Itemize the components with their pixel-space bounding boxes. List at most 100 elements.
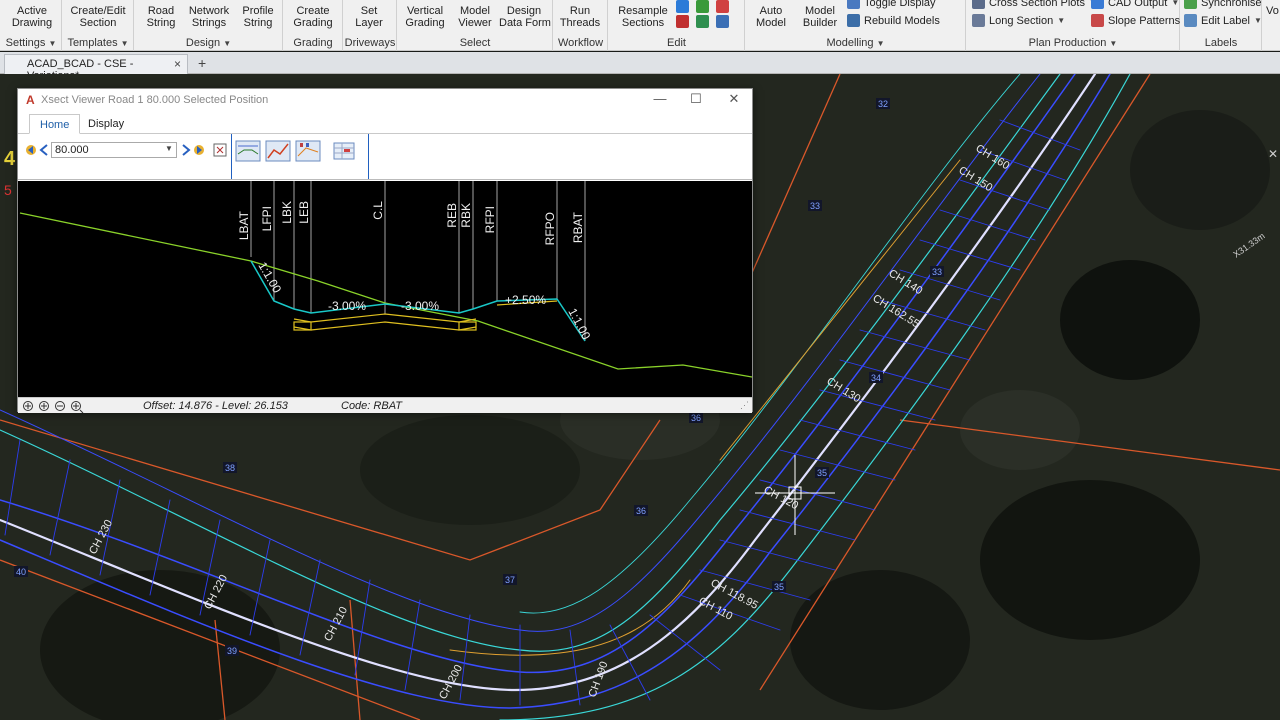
offset-level-readout: Offset: 14.876 - Level: 26.153 (143, 400, 288, 412)
toggle-display-button[interactable]: Toggle Display (847, 0, 936, 9)
edit-icon-3[interactable] (716, 0, 729, 13)
table-view-icon[interactable] (330, 138, 358, 164)
code-readout: Code: RBAT (341, 400, 402, 412)
segment-number: 32 (878, 99, 888, 109)
group-label-edit: Edit (667, 37, 686, 49)
group-design: Road String Network Strings Profile String … (134, 0, 283, 51)
zoom-controls (23, 401, 84, 414)
resize-grip-icon[interactable]: ⋰ (740, 400, 749, 411)
zoom-in-icon[interactable] (39, 401, 49, 411)
xsect-status-bar: Offset: 14.876 - Level: 26.153 Code: RBA… (18, 397, 752, 413)
xsect-title: Xsect Viewer Road 1 80.000 Selected Posi… (41, 94, 269, 106)
segment-number: 33 (810, 201, 820, 211)
edit-icon-5[interactable] (696, 15, 709, 28)
group-label-modelling[interactable]: Modelling ▼ (745, 35, 966, 51)
pan-icon[interactable] (71, 401, 84, 414)
segment-number: 36 (636, 506, 646, 516)
design-data-form-button[interactable]: Design Data Form (499, 5, 551, 29)
slope-label: +2.50% (505, 293, 546, 307)
xsect-title-bar[interactable]: A Xsect Viewer Road 1 80.000 Selected Po… (18, 89, 752, 111)
profile-string-button[interactable]: Profile String (236, 5, 280, 29)
chainage-select[interactable] (51, 142, 177, 158)
group-workflow: Run Threads Workflow (553, 0, 608, 51)
new-tab-button[interactable]: + (198, 55, 206, 71)
tab-home[interactable]: Home (29, 114, 81, 134)
group-labels: Synchronise Edit Label ▼ Labels (1180, 0, 1262, 51)
previous-section-icon[interactable] (39, 143, 49, 157)
group-label-templates[interactable]: Templates ▼ (64, 35, 132, 51)
toggle-display-icon (847, 0, 860, 9)
code-label: LEB (297, 201, 311, 224)
segment-number: 36 (691, 413, 701, 423)
code-label: REB (445, 203, 459, 228)
plot-view-icon[interactable] (294, 138, 322, 164)
edit-icon-2[interactable] (696, 0, 709, 13)
group-plan-production: Cross Section Plots▼ Long Section▼ CAD O… (966, 0, 1180, 51)
first-section-icon[interactable] (24, 143, 38, 157)
zoom-extents-icon[interactable] (23, 401, 33, 411)
code-label: RFPI (483, 206, 497, 233)
last-section-icon[interactable] (192, 143, 206, 157)
code-label: RBK (459, 203, 473, 228)
group-modelling: Auto Model Model Builder Toggle Display Re… (745, 0, 966, 51)
ribbon: Active Drawing Settings ▼ Create/Edit Sect… (0, 0, 1280, 51)
group-label-plan-production[interactable]: Plan Production ▼ (966, 35, 1180, 51)
document-tab[interactable]: ACAD_BCAD - CSE - Variations* × (4, 54, 188, 82)
segment-number: 35 (774, 582, 784, 592)
vertical-grading-button[interactable]: Vertical Grading (403, 5, 447, 29)
synchronise-icon (1184, 0, 1197, 9)
edit-label-icon (1184, 14, 1197, 27)
code-label: RBAT (571, 211, 585, 243)
group-driveways: Set Layer Driveways (343, 0, 397, 51)
create-edit-section-button[interactable]: Create/Edit Section (70, 5, 126, 29)
auto-model-button[interactable]: Auto Model (751, 5, 791, 29)
slope-patterns-button[interactable]: Slope Patterns (1091, 14, 1180, 27)
group-label-settings[interactable]: Settings ▼ (2, 35, 60, 51)
long-section-icon (972, 14, 985, 27)
segment-number: 39 (227, 646, 237, 656)
tab-display[interactable]: Display (78, 114, 134, 134)
edit-icon-6[interactable] (716, 15, 729, 28)
code-label: LBAT (237, 210, 251, 240)
close-tab-icon[interactable]: × (174, 57, 181, 71)
active-drawing-button[interactable]: Active Drawing (6, 5, 58, 29)
create-grading-button[interactable]: Create Grading (289, 5, 337, 29)
minimize-icon[interactable]: — (650, 91, 670, 106)
set-layer-button[interactable]: Set Layer (349, 5, 389, 29)
code-label: LFPI (260, 206, 274, 231)
vo-button[interactable]: Vo (1266, 5, 1279, 17)
synchronise-button[interactable]: Synchronise (1184, 0, 1262, 9)
point-marker-icon: ✕ (1268, 147, 1278, 161)
chevron-down-icon[interactable]: ▼ (165, 144, 173, 153)
toolbar-separator (368, 134, 369, 179)
cross-section-canvas[interactable]: LBAT LFPI LBK LEB C.L REB RBK RFPI RFPO … (18, 181, 752, 397)
rebuild-models-button[interactable]: Rebuild Models (847, 14, 940, 27)
run-threads-button[interactable]: Run Threads (559, 5, 601, 29)
cad-output-icon (1091, 0, 1104, 9)
road-string-button[interactable]: Road String (140, 5, 182, 29)
group-label-design[interactable]: Design ▼ (136, 35, 281, 51)
cross-section-plots-button[interactable]: Cross Section Plots▼ (972, 0, 1097, 9)
side-mark: 5 (4, 182, 12, 198)
model-viewer-button[interactable]: Model Viewer (455, 5, 495, 29)
edit-icon-1[interactable] (676, 0, 689, 13)
group-label-labels: Labels (1204, 37, 1238, 49)
zoom-out-icon[interactable] (55, 401, 65, 411)
toolbar-separator (231, 134, 232, 179)
model-builder-button[interactable]: Model Builder (799, 5, 841, 29)
profile-view-icon[interactable] (264, 138, 292, 164)
resample-sections-button[interactable]: Resample Sections (614, 5, 672, 29)
settings-icon[interactable] (213, 143, 227, 157)
next-section-icon[interactable] (181, 143, 191, 157)
edit-icon-4[interactable] (676, 15, 689, 28)
maximize-icon[interactable]: ☐ (686, 91, 706, 107)
segment-number: 38 (225, 463, 235, 473)
close-icon[interactable]: ✕ (724, 91, 744, 107)
group-templates: Create/Edit Section Templates ▼ (62, 0, 134, 51)
edit-label-button[interactable]: Edit Label ▼ (1184, 14, 1262, 27)
slope-label: -3.00% (401, 299, 439, 313)
network-strings-button[interactable]: Network Strings (186, 5, 232, 29)
cad-output-button[interactable]: CAD Output ▼ (1091, 0, 1179, 9)
section-view-icon[interactable] (234, 138, 262, 164)
long-section-button[interactable]: Long Section ▼ (972, 14, 1065, 27)
